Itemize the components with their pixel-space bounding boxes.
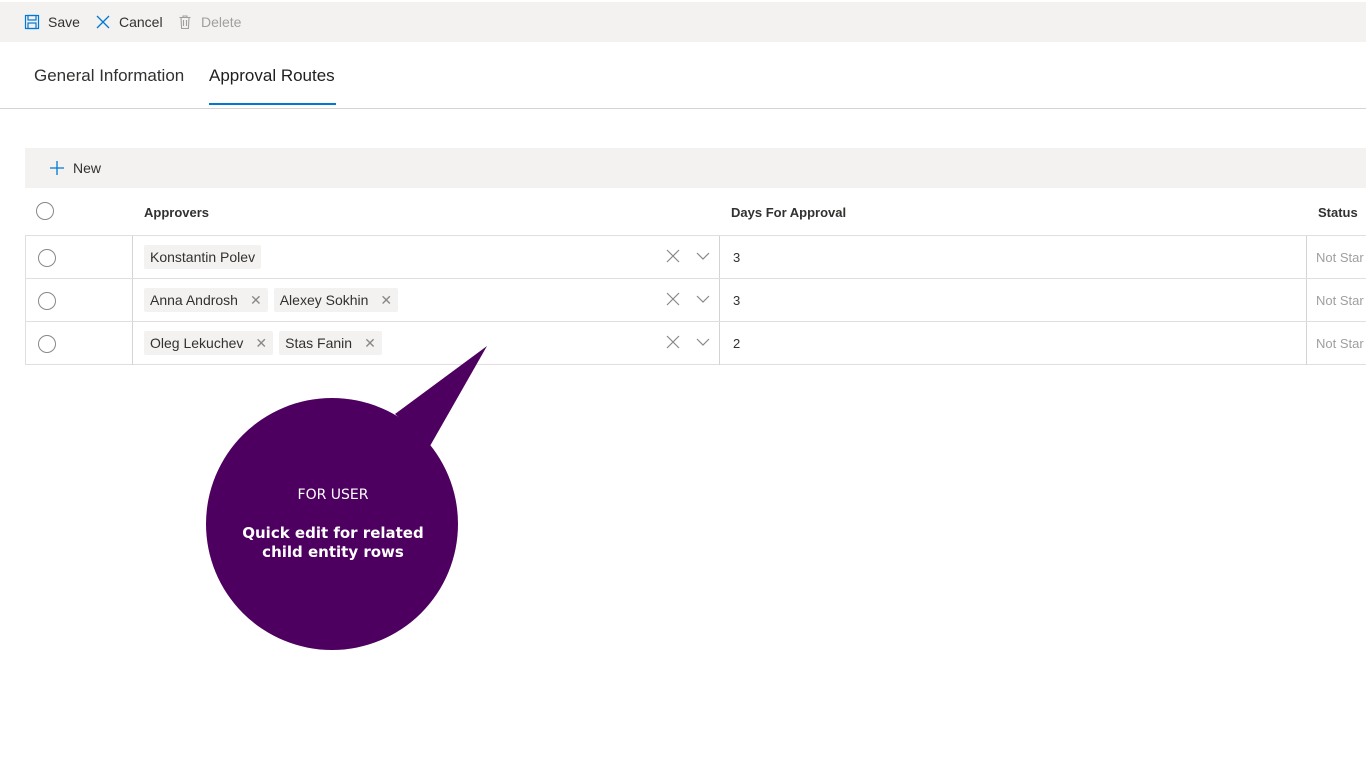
cell-divider xyxy=(719,322,720,365)
active-tab-indicator xyxy=(209,103,336,105)
column-header-days-for-approval[interactable]: Days For Approval xyxy=(731,196,846,228)
cell-divider xyxy=(1306,279,1307,322)
callout-body-line-2: child entity rows xyxy=(262,543,404,561)
command-bar: Save Cancel Delete xyxy=(0,2,1366,42)
approvers-lookup[interactable]: Oleg Lekuchev ✕ Stas Fanin ✕ xyxy=(144,322,382,364)
delete-button[interactable]: Delete xyxy=(177,2,241,42)
row-select-checkbox[interactable] xyxy=(38,292,56,310)
chevron-down-icon[interactable] xyxy=(696,294,710,304)
table-row[interactable]: Oleg Lekuchev ✕ Stas Fanin ✕ 2 Not Star xyxy=(25,321,1366,365)
cancel-button[interactable]: Cancel xyxy=(95,2,163,42)
status-cell: Not Star xyxy=(1316,292,1364,308)
approver-name: Stas Fanin xyxy=(285,335,353,351)
status-cell: Not Star xyxy=(1316,335,1364,351)
callout-bubble xyxy=(206,346,487,650)
remove-chip-icon[interactable]: ✕ xyxy=(380,293,392,307)
approvers-lookup[interactable]: Anna Androsh ✕ Alexey Sokhin ✕ xyxy=(144,279,399,321)
save-button[interactable]: Save xyxy=(24,2,80,42)
save-icon xyxy=(24,14,40,30)
approver-name: Konstantin Polev xyxy=(150,249,256,265)
tab-approval-routes[interactable]: Approval Routes xyxy=(209,66,335,86)
row-select-checkbox[interactable] xyxy=(38,335,56,353)
new-button[interactable]: New xyxy=(49,148,101,188)
remove-chip-icon[interactable]: ✕ xyxy=(250,293,262,307)
tab-general-information[interactable]: General Information xyxy=(34,66,184,86)
cell-divider xyxy=(719,236,720,279)
table-row[interactable]: Anna Androsh ✕ Alexey Sokhin ✕ 3 Not Sta… xyxy=(25,278,1366,322)
clear-icon[interactable] xyxy=(666,249,680,263)
trash-icon xyxy=(179,15,191,30)
row-select-checkbox[interactable] xyxy=(38,249,56,267)
cell-divider xyxy=(1306,322,1307,365)
days-for-approval-cell[interactable]: 3 xyxy=(733,279,740,321)
grid-command-bar: New xyxy=(25,148,1366,188)
clear-icon[interactable] xyxy=(666,292,680,306)
callout-text: FOR USER Quick edit for related child en… xyxy=(206,486,460,562)
remove-chip-icon[interactable]: ✕ xyxy=(255,336,267,350)
approver-name: Oleg Lekuchev xyxy=(150,335,244,351)
delete-label: Delete xyxy=(201,14,242,30)
clear-icon[interactable] xyxy=(666,335,680,349)
column-header-status[interactable]: Status xyxy=(1318,196,1358,228)
approver-name: Anna Androsh xyxy=(150,292,238,308)
column-header-approvers[interactable]: Approvers xyxy=(144,196,209,228)
status-cell: Not Star xyxy=(1316,249,1364,265)
cell-divider xyxy=(132,236,133,279)
table-row[interactable]: Konstantin Polev 3 Not Star xyxy=(25,235,1366,279)
select-all-checkbox[interactable] xyxy=(36,202,54,220)
tab-strip: General Information Approval Routes xyxy=(0,42,1366,109)
approver-chip[interactable]: Alexey Sokhin ✕ xyxy=(273,288,399,312)
remove-chip-icon[interactable]: ✕ xyxy=(364,336,376,350)
close-icon xyxy=(96,15,110,29)
approvers-lookup[interactable]: Konstantin Polev xyxy=(144,236,262,278)
cell-divider xyxy=(719,279,720,322)
save-label: Save xyxy=(48,14,80,30)
chevron-down-icon[interactable] xyxy=(696,337,710,347)
callout-body-line-1: Quick edit for related xyxy=(242,524,424,542)
approver-chip[interactable]: Oleg Lekuchev ✕ xyxy=(144,331,274,355)
approver-chip[interactable]: Anna Androsh ✕ xyxy=(144,288,268,312)
approver-name: Alexey Sokhin xyxy=(279,292,369,308)
cell-divider xyxy=(132,322,133,365)
plus-icon xyxy=(50,161,64,175)
callout-title: FOR USER xyxy=(297,487,369,503)
approver-chip[interactable]: Konstantin Polev xyxy=(144,245,262,269)
days-for-approval-cell[interactable]: 2 xyxy=(733,322,740,364)
approver-chip[interactable]: Stas Fanin ✕ xyxy=(279,331,382,355)
days-for-approval-cell[interactable]: 3 xyxy=(733,236,740,278)
chevron-down-icon[interactable] xyxy=(696,251,710,261)
cancel-label: Cancel xyxy=(119,14,163,30)
cell-divider xyxy=(132,279,133,322)
cell-divider xyxy=(1306,236,1307,279)
new-label: New xyxy=(73,160,102,176)
